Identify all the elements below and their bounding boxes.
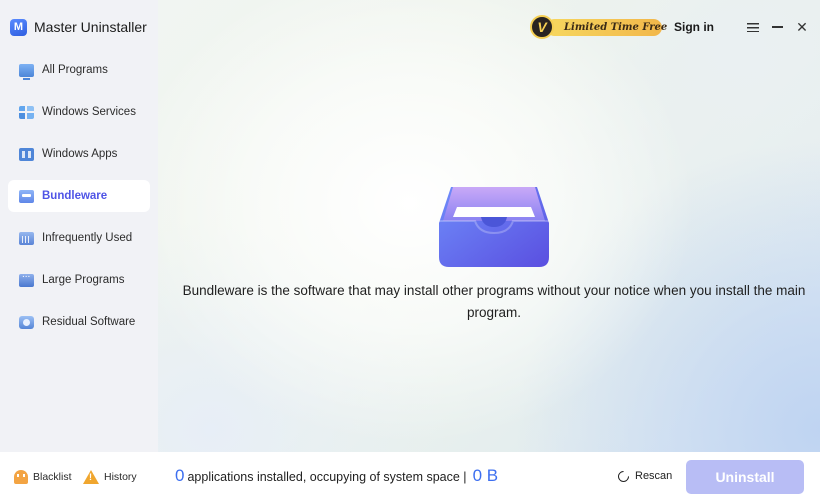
- sidebar-item-label: Windows Services: [42, 106, 136, 118]
- sidebar-item-label: Bundleware: [42, 190, 108, 202]
- windows-apps-icon: [19, 147, 34, 161]
- sidebar-item-label: Large Programs: [42, 274, 125, 286]
- empty-state-message: Bundleware is the software that may inst…: [182, 283, 806, 320]
- sidebar-item-windows-services[interactable]: Windows Services: [8, 96, 150, 128]
- warning-icon: [83, 470, 99, 484]
- app-window: M Master Uninstaller All Programs Window…: [0, 0, 820, 502]
- sidebar-item-bundleware[interactable]: Bundleware: [8, 180, 150, 212]
- sidebar-item-label: Windows Apps: [42, 148, 118, 160]
- sign-in-link[interactable]: Sign in: [674, 20, 714, 34]
- app-count: 0: [175, 466, 185, 485]
- sidebar-nav: All Programs Windows Services Windows Ap…: [8, 54, 150, 348]
- limited-time-free-promo[interactable]: V Limited Time Free: [530, 15, 667, 39]
- infrequently-used-icon: [19, 231, 34, 245]
- bottom-bar: Blacklist History 0 applications install…: [0, 452, 820, 502]
- sidebar-item-label: Infrequently Used: [42, 232, 133, 244]
- app-brand: M Master Uninstaller: [10, 16, 147, 38]
- rescan-label: Rescan: [635, 470, 673, 482]
- large-programs-icon: [19, 269, 34, 287]
- empty-tray-icon: [439, 187, 549, 267]
- blacklist-button[interactable]: Blacklist: [14, 470, 72, 484]
- rescan-button[interactable]: Rescan: [615, 468, 673, 484]
- bundleware-icon: [19, 189, 34, 203]
- uninstall-button[interactable]: Uninstall: [686, 460, 804, 494]
- sidebar-item-label: All Programs: [42, 64, 108, 76]
- ghost-icon: [14, 470, 28, 484]
- minimize-icon[interactable]: [768, 14, 786, 40]
- app-logo-icon: M: [10, 18, 27, 36]
- history-label: History: [104, 471, 137, 483]
- vip-badge-icon: V: [530, 15, 554, 39]
- sidebar: M Master Uninstaller All Programs Window…: [0, 0, 158, 452]
- sidebar-item-large-programs[interactable]: Large Programs: [8, 264, 150, 296]
- menu-icon[interactable]: [744, 14, 762, 40]
- residual-software-icon: [19, 315, 34, 329]
- close-icon[interactable]: ✕: [793, 14, 811, 40]
- promo-label: Limited Time Free: [564, 22, 668, 33]
- sidebar-item-all-programs[interactable]: All Programs: [8, 54, 150, 86]
- space-value: 0 B: [472, 466, 499, 485]
- install-status: 0 applications installed, occupying of s…: [175, 466, 498, 486]
- sidebar-item-label: Residual Software: [42, 316, 136, 328]
- blacklist-label: Blacklist: [33, 471, 72, 483]
- sidebar-item-windows-apps[interactable]: Windows Apps: [8, 138, 150, 170]
- app-title: Master Uninstaller: [34, 19, 147, 35]
- sidebar-item-infrequently-used[interactable]: Infrequently Used: [8, 222, 150, 254]
- history-button[interactable]: History: [83, 470, 137, 484]
- monitor-icon: [19, 63, 34, 80]
- refresh-icon: [615, 468, 632, 484]
- windows-services-icon: [19, 105, 34, 119]
- status-text: applications installed, occupying of sys…: [187, 470, 467, 484]
- sidebar-item-residual-software[interactable]: Residual Software: [8, 306, 150, 338]
